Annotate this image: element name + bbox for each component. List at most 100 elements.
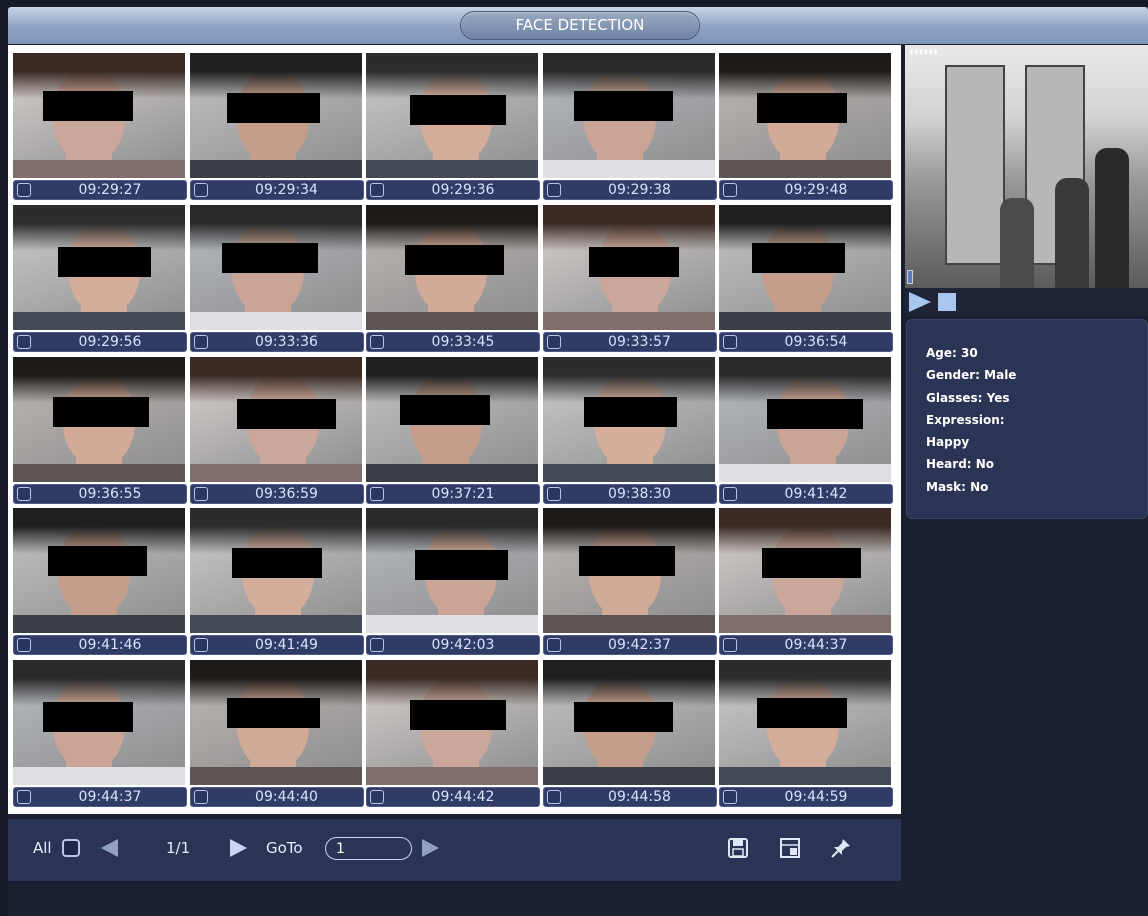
face-thumbnail[interactable] bbox=[366, 356, 538, 482]
face-tile[interactable]: 09:29:36 bbox=[366, 53, 540, 202]
face-tile[interactable]: 09:38:30 bbox=[542, 356, 717, 506]
face-select-checkbox[interactable] bbox=[17, 334, 31, 349]
face-info-bar: 09:44:59 bbox=[719, 787, 893, 808]
select-all-checkbox[interactable] bbox=[62, 839, 80, 857]
face-select-checkbox[interactable] bbox=[193, 790, 208, 805]
face-thumbnail[interactable] bbox=[542, 660, 715, 786]
face-thumbnail[interactable] bbox=[366, 53, 538, 178]
face-info-bar: 09:42:37 bbox=[542, 635, 717, 656]
face-tile[interactable]: 09:41:42 bbox=[719, 356, 893, 506]
face-thumbnail[interactable] bbox=[542, 53, 715, 178]
face-thumbnail[interactable] bbox=[719, 508, 891, 634]
face-select-checkbox[interactable] bbox=[370, 790, 384, 805]
face-thumbnail[interactable] bbox=[13, 204, 185, 330]
face-select-checkbox[interactable] bbox=[546, 790, 561, 805]
next-page-icon[interactable] bbox=[230, 839, 247, 857]
face-thumbnail[interactable] bbox=[719, 53, 891, 178]
face-timestamp: 09:29:34 bbox=[255, 182, 318, 198]
face-tile[interactable]: 09:44:37 bbox=[719, 508, 893, 657]
face-thumbnail[interactable] bbox=[13, 53, 185, 178]
face-thumbnail[interactable] bbox=[366, 660, 538, 786]
face-tile[interactable]: 09:36:54 bbox=[719, 204, 893, 354]
face-tile[interactable]: 09:36:55 bbox=[13, 356, 187, 506]
face-thumbnail[interactable] bbox=[719, 204, 891, 330]
goto-page-input[interactable] bbox=[325, 837, 412, 860]
face-tile[interactable]: 09:29:34 bbox=[189, 53, 364, 202]
face-tile[interactable]: 09:33:36 bbox=[189, 204, 364, 354]
face-thumbnail[interactable] bbox=[189, 356, 362, 482]
face-select-checkbox[interactable] bbox=[370, 486, 384, 501]
face-tile[interactable]: 09:44:42 bbox=[366, 660, 540, 809]
face-thumbnail[interactable] bbox=[542, 204, 715, 330]
face-tile[interactable]: 09:29:38 bbox=[542, 53, 717, 202]
face-select-checkbox[interactable] bbox=[17, 486, 31, 501]
face-thumbnail[interactable] bbox=[13, 508, 185, 634]
face-tile[interactable]: 09:36:59 bbox=[189, 356, 364, 506]
goto-label: GoTo bbox=[266, 839, 303, 857]
face-tile[interactable]: 09:29:48 bbox=[719, 53, 893, 202]
face-timestamp: 09:36:54 bbox=[784, 333, 848, 350]
face-select-checkbox[interactable] bbox=[17, 790, 31, 805]
face-select-checkbox[interactable] bbox=[546, 334, 561, 349]
save-icon[interactable] bbox=[727, 837, 749, 859]
face-timestamp: 09:38:30 bbox=[608, 485, 671, 502]
face-select-checkbox[interactable] bbox=[193, 183, 208, 197]
face-tile[interactable]: 09:44:59 bbox=[719, 660, 893, 809]
face-tile[interactable]: 09:44:37 bbox=[13, 660, 187, 809]
face-select-checkbox[interactable] bbox=[546, 486, 561, 501]
face-timestamp: 09:42:03 bbox=[431, 637, 495, 654]
export-icon[interactable] bbox=[779, 837, 801, 859]
face-thumbnail[interactable] bbox=[366, 508, 538, 634]
face-thumbnail[interactable] bbox=[366, 204, 538, 330]
face-select-checkbox[interactable] bbox=[193, 638, 208, 653]
face-tile[interactable]: 09:41:46 bbox=[13, 508, 187, 657]
face-select-checkbox[interactable] bbox=[17, 638, 31, 653]
face-thumbnail[interactable] bbox=[542, 356, 715, 482]
stop-icon[interactable] bbox=[938, 293, 956, 311]
face-thumbnail[interactable] bbox=[542, 508, 715, 634]
prev-page-icon[interactable] bbox=[101, 839, 118, 857]
face-tile[interactable]: 09:37:21 bbox=[366, 356, 540, 506]
face-select-checkbox[interactable] bbox=[370, 334, 384, 349]
face-select-checkbox[interactable] bbox=[723, 790, 737, 805]
privacy-redaction bbox=[400, 394, 490, 425]
face-select-checkbox[interactable] bbox=[723, 638, 737, 653]
face-timestamp: 09:41:46 bbox=[78, 637, 142, 654]
face-tile[interactable]: 09:44:58 bbox=[542, 660, 717, 809]
face-thumbnail[interactable] bbox=[13, 356, 185, 482]
face-select-checkbox[interactable] bbox=[193, 486, 208, 501]
face-tile[interactable]: 09:33:45 bbox=[366, 204, 540, 354]
privacy-redaction bbox=[53, 396, 149, 427]
face-tile[interactable]: 09:33:57 bbox=[542, 204, 717, 354]
face-tile[interactable]: 09:42:03 bbox=[366, 508, 540, 657]
face-thumbnail[interactable] bbox=[189, 53, 362, 178]
face-select-checkbox[interactable] bbox=[17, 183, 31, 197]
face-select-checkbox[interactable] bbox=[193, 334, 208, 349]
face-select-checkbox[interactable] bbox=[723, 183, 737, 197]
face-select-checkbox[interactable] bbox=[546, 638, 561, 653]
privacy-redaction bbox=[767, 398, 863, 429]
pin-icon[interactable] bbox=[830, 837, 852, 859]
face-tile[interactable]: 09:29:56 bbox=[13, 204, 187, 354]
face-info-bar: 09:41:42 bbox=[719, 483, 893, 504]
age-text: Age: 30 bbox=[926, 346, 978, 360]
play-icon[interactable] bbox=[909, 292, 931, 312]
face-thumbnail[interactable] bbox=[13, 660, 185, 786]
face-select-checkbox[interactable] bbox=[370, 638, 384, 653]
face-timestamp: 09:41:42 bbox=[784, 485, 848, 502]
face-tile[interactable]: 09:41:49 bbox=[189, 508, 364, 657]
face-select-checkbox[interactable] bbox=[723, 486, 737, 501]
seek-handle[interactable] bbox=[907, 270, 913, 284]
face-tile[interactable]: 09:29:27 bbox=[13, 53, 187, 202]
face-select-checkbox[interactable] bbox=[370, 183, 384, 197]
face-thumbnail[interactable] bbox=[189, 508, 362, 634]
face-select-checkbox[interactable] bbox=[546, 183, 561, 197]
face-thumbnail[interactable] bbox=[189, 204, 362, 330]
face-thumbnail[interactable] bbox=[719, 660, 891, 786]
face-tile[interactable]: 09:44:40 bbox=[189, 660, 364, 809]
face-select-checkbox[interactable] bbox=[723, 334, 737, 349]
face-thumbnail[interactable] bbox=[189, 660, 362, 786]
face-tile[interactable]: 09:42:37 bbox=[542, 508, 717, 657]
go-icon[interactable] bbox=[422, 839, 439, 857]
face-thumbnail[interactable] bbox=[719, 356, 891, 482]
